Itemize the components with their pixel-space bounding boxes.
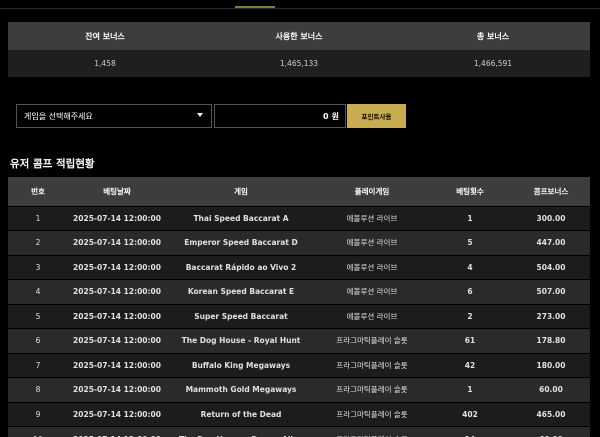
- row-game: Mammoth Gold Megaways: [166, 377, 316, 402]
- row-game: Buffalo King Megaways: [166, 352, 316, 378]
- table-row: 10 2025-07-14 12:00:00 The Dog House - D…: [8, 426, 590, 437]
- col-game-header: 게임: [166, 177, 316, 206]
- point-amount-unit: 원: [331, 111, 339, 121]
- top-divider: [0, 8, 600, 9]
- row-count: 14: [428, 426, 512, 437]
- row-game: Emperor Speed Baccarat D: [166, 230, 316, 255]
- row-number: 6: [8, 328, 68, 353]
- chevron-down-icon: [197, 113, 203, 117]
- game-select-value: 게임을 선택해주세요: [24, 111, 93, 121]
- row-bonus: 178.80: [512, 328, 590, 353]
- row-bonus: 504.00: [512, 254, 590, 280]
- row-number: 5: [8, 303, 68, 329]
- row-bonus: 60.00: [512, 377, 590, 402]
- row-provider: 프라그마틱플레이 슬롯: [316, 352, 428, 378]
- row-count: 5: [428, 230, 512, 255]
- table-row: 4 2025-07-14 12:00:00 Korean Speed Bacca…: [8, 279, 590, 304]
- table-header-row: 번호 베팅날짜 게임 플레이게임 베팅횟수 콤프보너스: [8, 177, 590, 206]
- row-count: 2: [428, 303, 512, 329]
- col-date-header: 베팅날짜: [68, 177, 166, 206]
- row-date: 2025-07-14 12:00:00: [68, 205, 166, 231]
- section-title: 유저 콤프 적립현황: [10, 158, 95, 170]
- table-row: 1 2025-07-14 12:00:00 Thai Speed Baccara…: [8, 205, 590, 231]
- table-row: 9 2025-07-14 12:00:00 Return of the Dead…: [8, 401, 590, 427]
- col-bonus-header: 콤프보너스: [512, 177, 590, 206]
- point-amount-value: 0: [323, 111, 329, 121]
- row-number: 10: [8, 426, 68, 437]
- row-number: 4: [8, 279, 68, 304]
- row-date: 2025-07-14 12:00:00: [68, 279, 166, 304]
- row-count: 1: [428, 205, 512, 231]
- row-number: 7: [8, 352, 68, 378]
- row-number: 1: [8, 205, 68, 231]
- row-number: 8: [8, 377, 68, 402]
- table-row: 5 2025-07-14 12:00:00 Super Speed Baccar…: [8, 303, 590, 329]
- total-bonus-header: 총 보너스: [476, 31, 510, 41]
- row-provider: 프라그마틱플레이 슬롯: [316, 401, 428, 427]
- row-bonus: 447.00: [512, 230, 590, 255]
- row-date: 2025-07-14 12:00:00: [68, 230, 166, 255]
- row-count: 61: [428, 328, 512, 353]
- row-number: 3: [8, 254, 68, 280]
- row-date: 2025-07-14 12:00:00: [68, 426, 166, 437]
- col-provider-header: 플레이게임: [316, 177, 428, 206]
- row-game: Korean Speed Baccarat E: [166, 279, 316, 304]
- row-game: The Dog House - Dog or Alive: [166, 426, 316, 437]
- use-points-button[interactable]: 포인트사용: [347, 104, 406, 128]
- point-use-controls: 게임을 선택해주세요 0 원 포인트사용: [8, 101, 590, 131]
- row-game: The Dog House - Royal Hunt: [166, 328, 316, 353]
- row-bonus: 300.00: [512, 205, 590, 231]
- table-row: 7 2025-07-14 12:00:00 Buffalo King Megaw…: [8, 352, 590, 378]
- row-date: 2025-07-14 12:00:00: [68, 401, 166, 427]
- point-amount-input[interactable]: 0 원: [214, 104, 346, 128]
- row-game: Super Speed Baccarat: [166, 303, 316, 329]
- row-date: 2025-07-14 12:00:00: [68, 352, 166, 378]
- table-row: 3 2025-07-14 12:00:00 Baccarat Rápido ao…: [8, 254, 590, 280]
- game-select[interactable]: 게임을 선택해주세요: [16, 104, 212, 128]
- remaining-bonus-value: 1,458: [94, 59, 116, 68]
- row-date: 2025-07-14 12:00:00: [68, 254, 166, 280]
- bonus-summary-header: 잔여 보너스 사용한 보너스 총 보너스: [8, 22, 590, 50]
- row-bonus: 465.00: [512, 401, 590, 427]
- row-provider: 에볼루션 라이브: [316, 279, 428, 304]
- col-number-header: 번호: [8, 177, 68, 206]
- remaining-bonus-header: 잔여 보너스: [85, 31, 125, 41]
- comp-records-table: 번호 베팅날짜 게임 플레이게임 베팅횟수 콤프보너스 1 2025-07-14…: [8, 177, 590, 437]
- row-provider: 에볼루션 라이브: [316, 303, 428, 329]
- total-bonus-value: 1,466,591: [473, 59, 513, 68]
- used-bonus-header: 사용한 보너스: [275, 31, 323, 41]
- row-count: 6: [428, 279, 512, 304]
- row-provider: 에볼루션 라이브: [316, 230, 428, 255]
- row-provider: 에볼루션 라이브: [316, 254, 428, 280]
- table-row: 8 2025-07-14 12:00:00 Mammoth Gold Megaw…: [8, 377, 590, 402]
- row-bonus: 507.00: [512, 279, 590, 304]
- row-date: 2025-07-14 12:00:00: [68, 328, 166, 353]
- table-row: 6 2025-07-14 12:00:00 The Dog House - Ro…: [8, 328, 590, 353]
- row-game: Baccarat Rápido ao Vivo 2: [166, 254, 316, 280]
- row-number: 2: [8, 230, 68, 255]
- row-provider: 에볼루션 라이브: [316, 205, 428, 231]
- col-count-header: 베팅횟수: [428, 177, 512, 206]
- row-bonus: 60.00: [512, 426, 590, 437]
- bonus-summary-values: 1,458 1,465,133 1,466,591: [8, 50, 590, 77]
- row-count: 1: [428, 377, 512, 402]
- row-date: 2025-07-14 12:00:00: [68, 377, 166, 402]
- row-count: 42: [428, 352, 512, 378]
- row-number: 9: [8, 401, 68, 427]
- table-row: 2 2025-07-14 12:00:00 Emperor Speed Bacc…: [8, 230, 590, 255]
- row-date: 2025-07-14 12:00:00: [68, 303, 166, 329]
- row-bonus: 180.00: [512, 352, 590, 378]
- row-bonus: 273.00: [512, 303, 590, 329]
- row-provider: 프라그마틱플레이 슬롯: [316, 377, 428, 402]
- row-game: Thai Speed Baccarat A: [166, 205, 316, 231]
- row-count: 4: [428, 254, 512, 280]
- row-count: 402: [428, 401, 512, 427]
- bonus-summary-table: 잔여 보너스 사용한 보너스 총 보너스 1,458 1,465,133 1,4…: [8, 22, 590, 77]
- used-bonus-value: 1,465,133: [279, 59, 319, 68]
- row-provider: 프라그마틱플레이 슬롯: [316, 328, 428, 353]
- row-provider: 프라그마틱플레이 슬롯: [316, 426, 428, 437]
- row-game: Return of the Dead: [166, 401, 316, 427]
